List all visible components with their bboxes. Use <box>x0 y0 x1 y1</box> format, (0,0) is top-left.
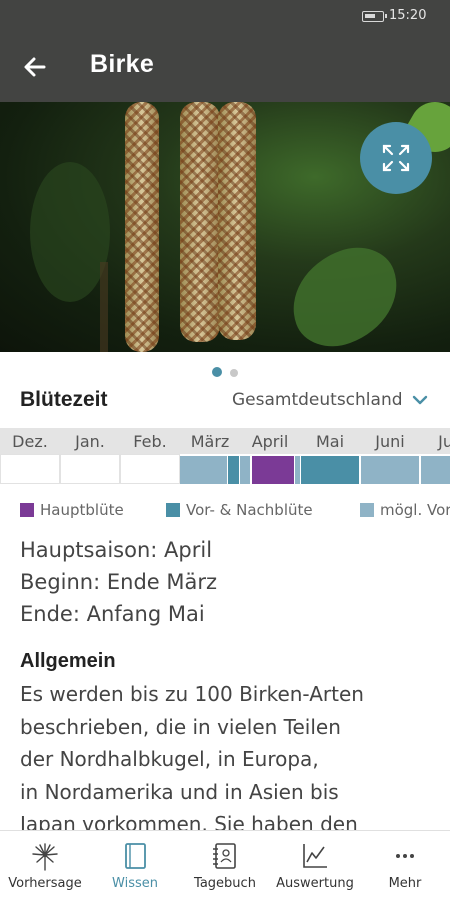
image-pager[interactable] <box>0 362 450 377</box>
bloom-title: Blütezeit <box>20 388 108 411</box>
nav-item-auswertung[interactable]: Auswertung <box>270 831 360 900</box>
calendar-cell <box>0 454 60 484</box>
status-time: 15:20 <box>389 8 427 23</box>
season-start: Beginn: Ende März <box>20 570 218 594</box>
season-main: Hauptsaison: April <box>20 538 213 562</box>
possible-bloom-segment <box>421 456 450 484</box>
month-label: Juli <box>438 432 450 451</box>
legend-label: mögl. Vor <box>380 501 450 519</box>
nav-item-tagebuch[interactable]: Tagebuch <box>180 831 270 900</box>
general-line: beschrieben, die in vielen Teilen <box>20 714 341 739</box>
more-icon <box>396 854 414 858</box>
calendar-cell <box>120 454 180 484</box>
month-label: Jan. <box>75 432 105 451</box>
app-bar: Birke <box>0 32 450 102</box>
bloom-legend: Hauptblüte Vor- & Nachblüte mögl. Vor <box>20 501 450 521</box>
month-label: Feb. <box>133 432 167 451</box>
legend-label: Vor- & Nachblüte <box>186 501 313 519</box>
chevron-down-icon <box>412 395 428 405</box>
pre-bloom-segment <box>228 456 239 484</box>
general-line: der Nordhalbkugel, in Europa, <box>20 747 319 771</box>
nav-item-wissen[interactable]: Wissen <box>90 831 180 900</box>
nav-label: Auswertung <box>276 876 354 891</box>
month-label: Juni <box>375 432 405 451</box>
general-line: in Nordamerika und in Asien bis <box>20 779 339 804</box>
month-label: Mai <box>315 432 345 451</box>
month-label: Dez. <box>12 432 48 451</box>
legend-label: Hauptblüte <box>40 501 124 519</box>
main-bloom-segment <box>252 456 294 484</box>
month-axis[interactable]: Dez. Jan. Feb. März April Mai Juni Juli <box>0 428 450 454</box>
legend-main-bloom: Hauptblüte <box>20 501 124 519</box>
pager-dot[interactable] <box>230 369 238 377</box>
legend-swatch <box>360 503 374 517</box>
status-bar: 15:20 <box>0 0 450 32</box>
expand-icon <box>382 144 410 172</box>
book-icon <box>125 843 146 869</box>
season-info: Hauptsaison: April Beginn: Ende März End… <box>20 534 217 630</box>
page-title: Birke <box>90 50 155 78</box>
post-bloom-segment <box>301 456 359 484</box>
nav-label: Tagebuch <box>194 876 256 891</box>
season-end: Ende: Anfang Mai <box>20 602 205 626</box>
bloom-calendar-bar <box>0 454 450 484</box>
calendar-cell <box>60 454 120 484</box>
chart-icon <box>303 844 327 868</box>
general-line: Es werden bis zu 100 Birken-Arten <box>20 682 364 706</box>
nav-label: Wissen <box>112 876 158 891</box>
general-text: Es werden bis zu 100 Birken-Arten beschr… <box>20 678 430 830</box>
arrow-left-icon[interactable] <box>20 52 50 82</box>
month-label: März <box>190 432 230 451</box>
general-line: Japan vorkommen. Sie haben den <box>20 812 358 830</box>
nav-item-mehr[interactable]: Mehr <box>360 831 450 900</box>
region-select[interactable]: Gesamtdeutschland <box>232 390 428 410</box>
dandelion-icon <box>32 843 58 871</box>
region-label: Gesamtdeutschland <box>232 390 403 410</box>
legend-swatch <box>166 503 180 517</box>
possible-bloom-segment <box>295 456 300 484</box>
possible-bloom-segment <box>240 456 250 484</box>
legend-pre-post-bloom: Vor- & Nachblüte <box>166 501 313 519</box>
nav-item-vorhersage[interactable]: Vorhersage <box>0 831 90 900</box>
possible-bloom-segment <box>361 456 419 484</box>
pager-dot-active[interactable] <box>212 367 222 377</box>
legend-swatch <box>20 503 34 517</box>
expand-image-button[interactable] <box>360 122 432 194</box>
battery-icon <box>362 11 387 22</box>
nav-label: Mehr <box>388 876 422 891</box>
diary-icon <box>213 843 236 869</box>
bottom-navigation: Vorhersage Wissen Tagebuch Auswertung Me… <box>0 830 450 900</box>
possible-bloom-segment <box>180 456 227 484</box>
general-heading: Allgemein <box>20 650 116 672</box>
nav-label: Vorhersage <box>8 876 82 891</box>
month-label: April <box>251 432 289 451</box>
legend-possible-bloom: mögl. Vor <box>360 501 450 519</box>
